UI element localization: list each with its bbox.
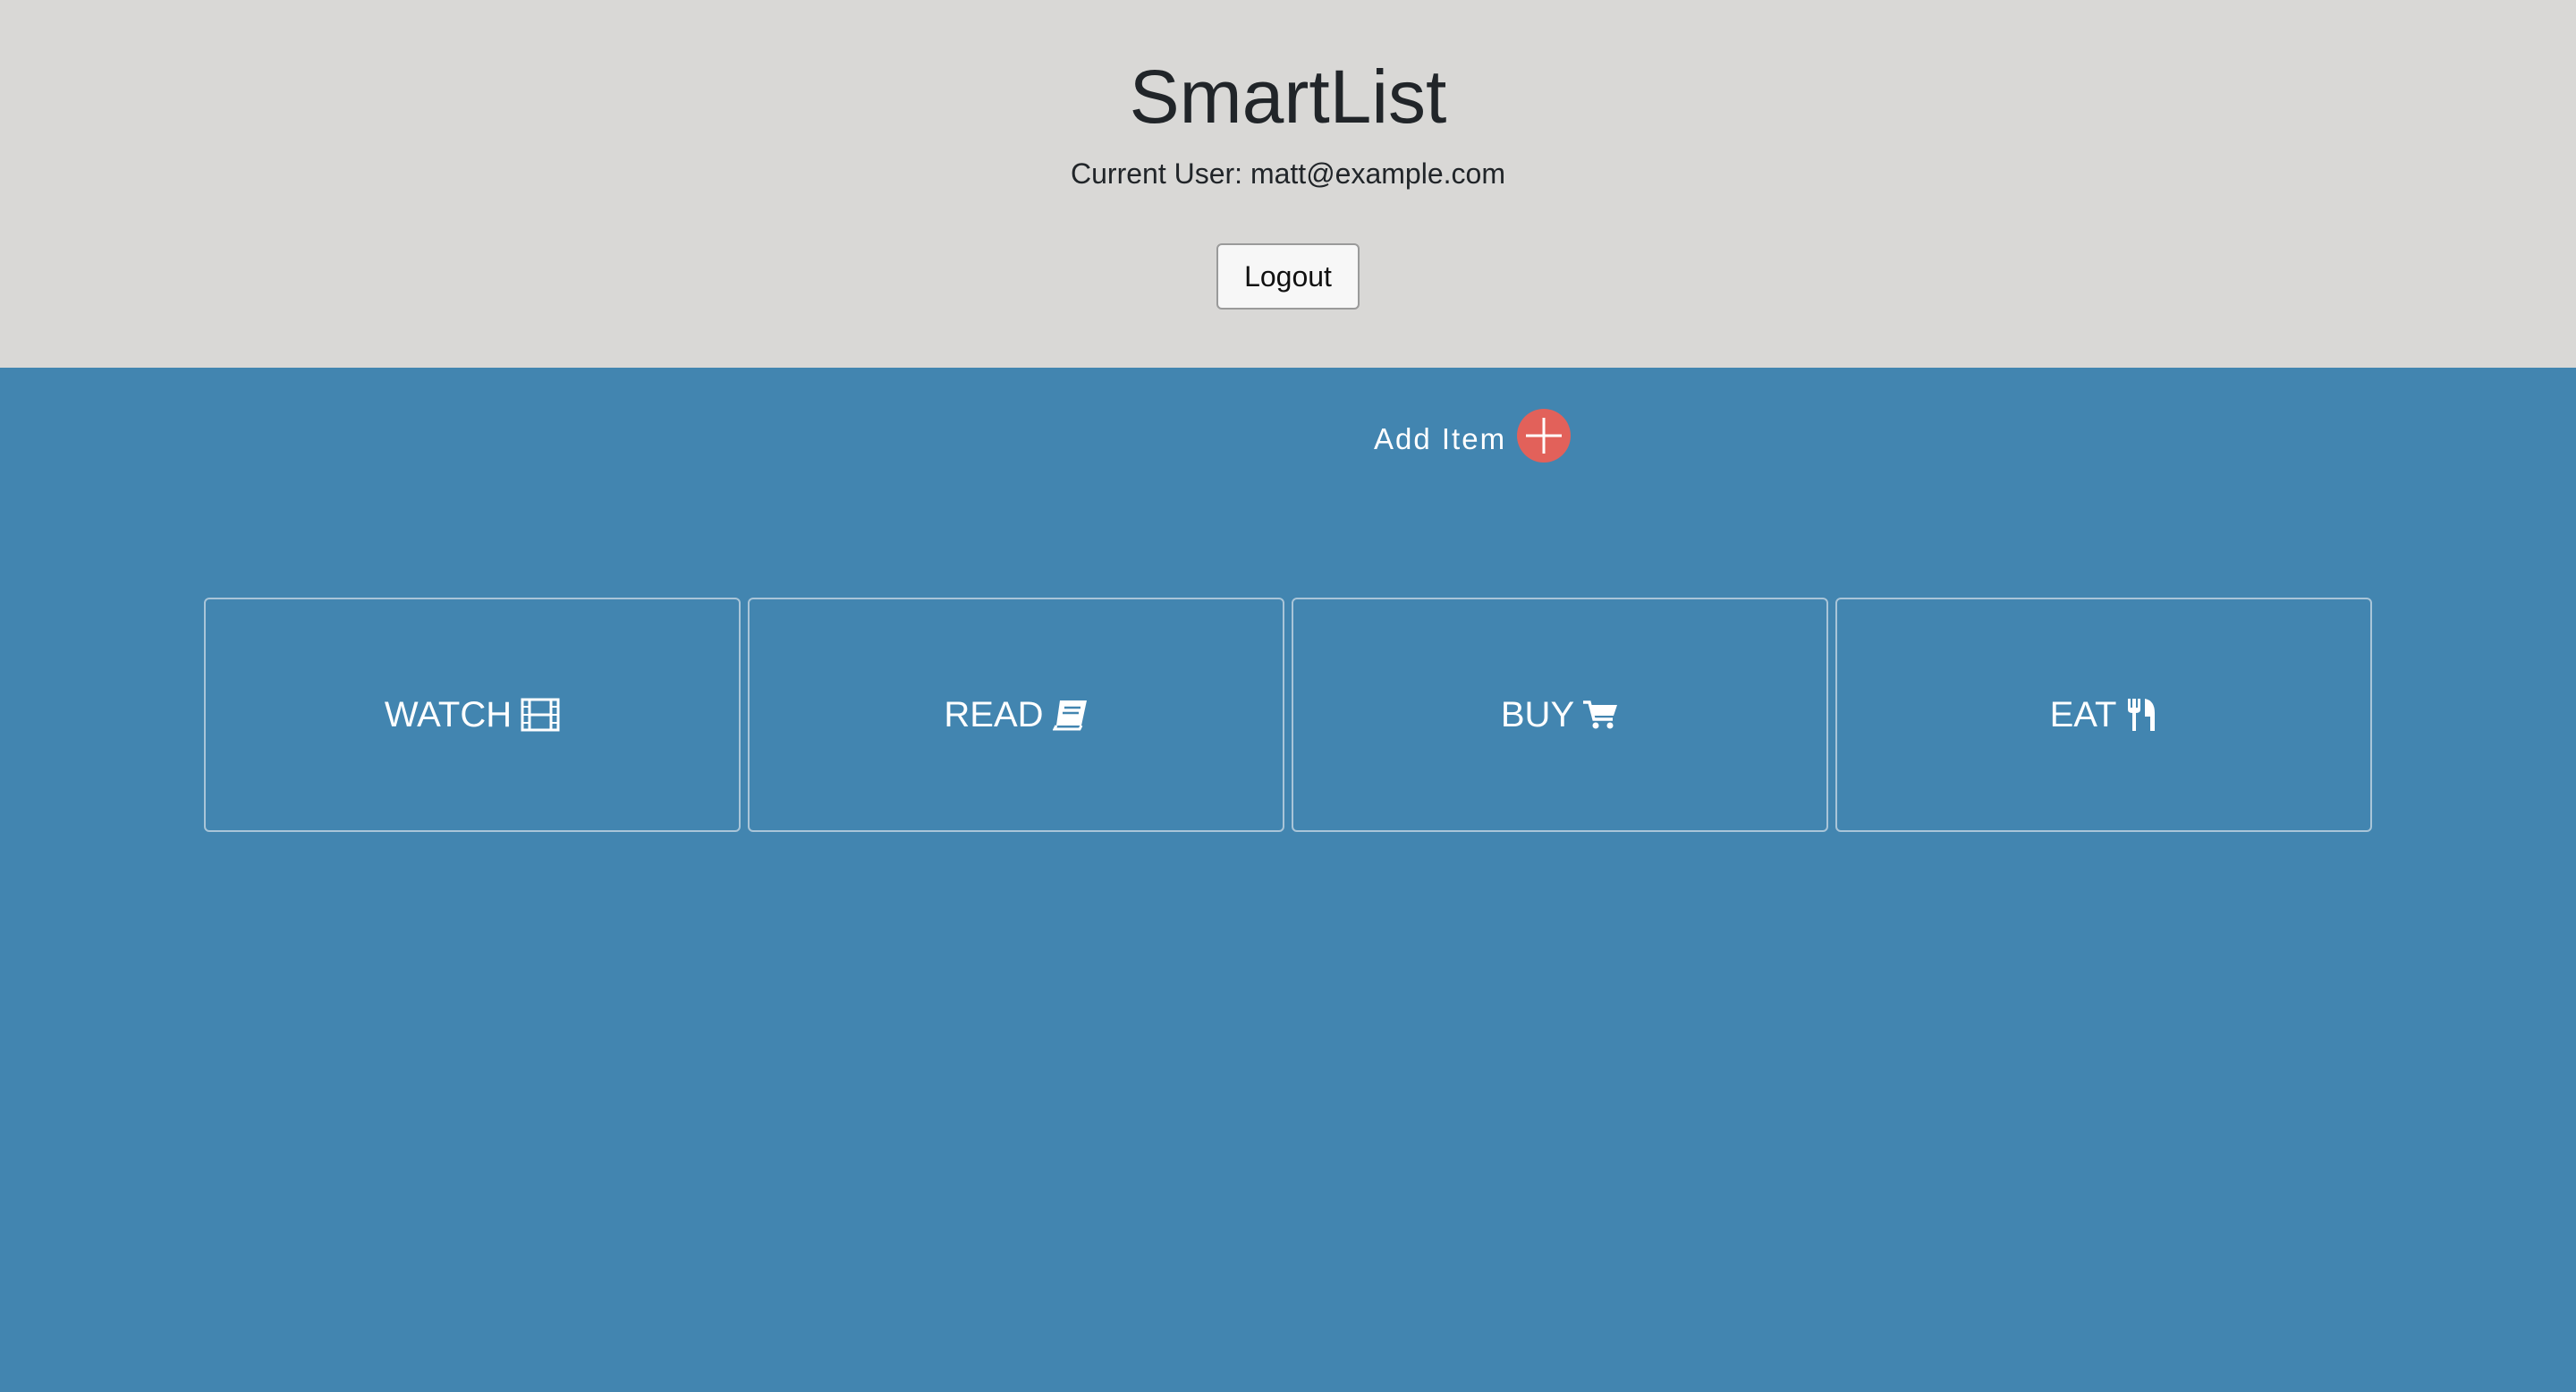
utensils-icon (2125, 697, 2157, 733)
category-card-watch[interactable]: WATCH (204, 598, 741, 832)
main-area: Add Item WATCH READ BUY EAT (0, 368, 2576, 1392)
film-icon (521, 698, 560, 732)
book-icon (1052, 699, 1089, 731)
current-user-text: Current User: matt@example.com (1071, 157, 1505, 190)
category-card-eat[interactable]: EAT (1835, 598, 2372, 832)
category-card-read[interactable]: READ (748, 598, 1284, 832)
category-label: READ (944, 694, 1044, 734)
plus-icon[interactable] (1517, 409, 1572, 463)
category-label: BUY (1500, 694, 1575, 734)
shopping-cart-icon (1583, 700, 1619, 730)
header: SmartList Current User: matt@example.com… (0, 0, 2576, 368)
logout-button[interactable]: Logout (1216, 243, 1360, 310)
category-label: WATCH (384, 694, 513, 734)
app-title: SmartList (1129, 55, 1447, 139)
add-item-label: Add Item (1374, 422, 1507, 455)
add-item-button[interactable]: Add Item (1374, 407, 1572, 464)
category-card-buy[interactable]: BUY (1292, 598, 1828, 832)
category-label: EAT (2049, 694, 2117, 734)
